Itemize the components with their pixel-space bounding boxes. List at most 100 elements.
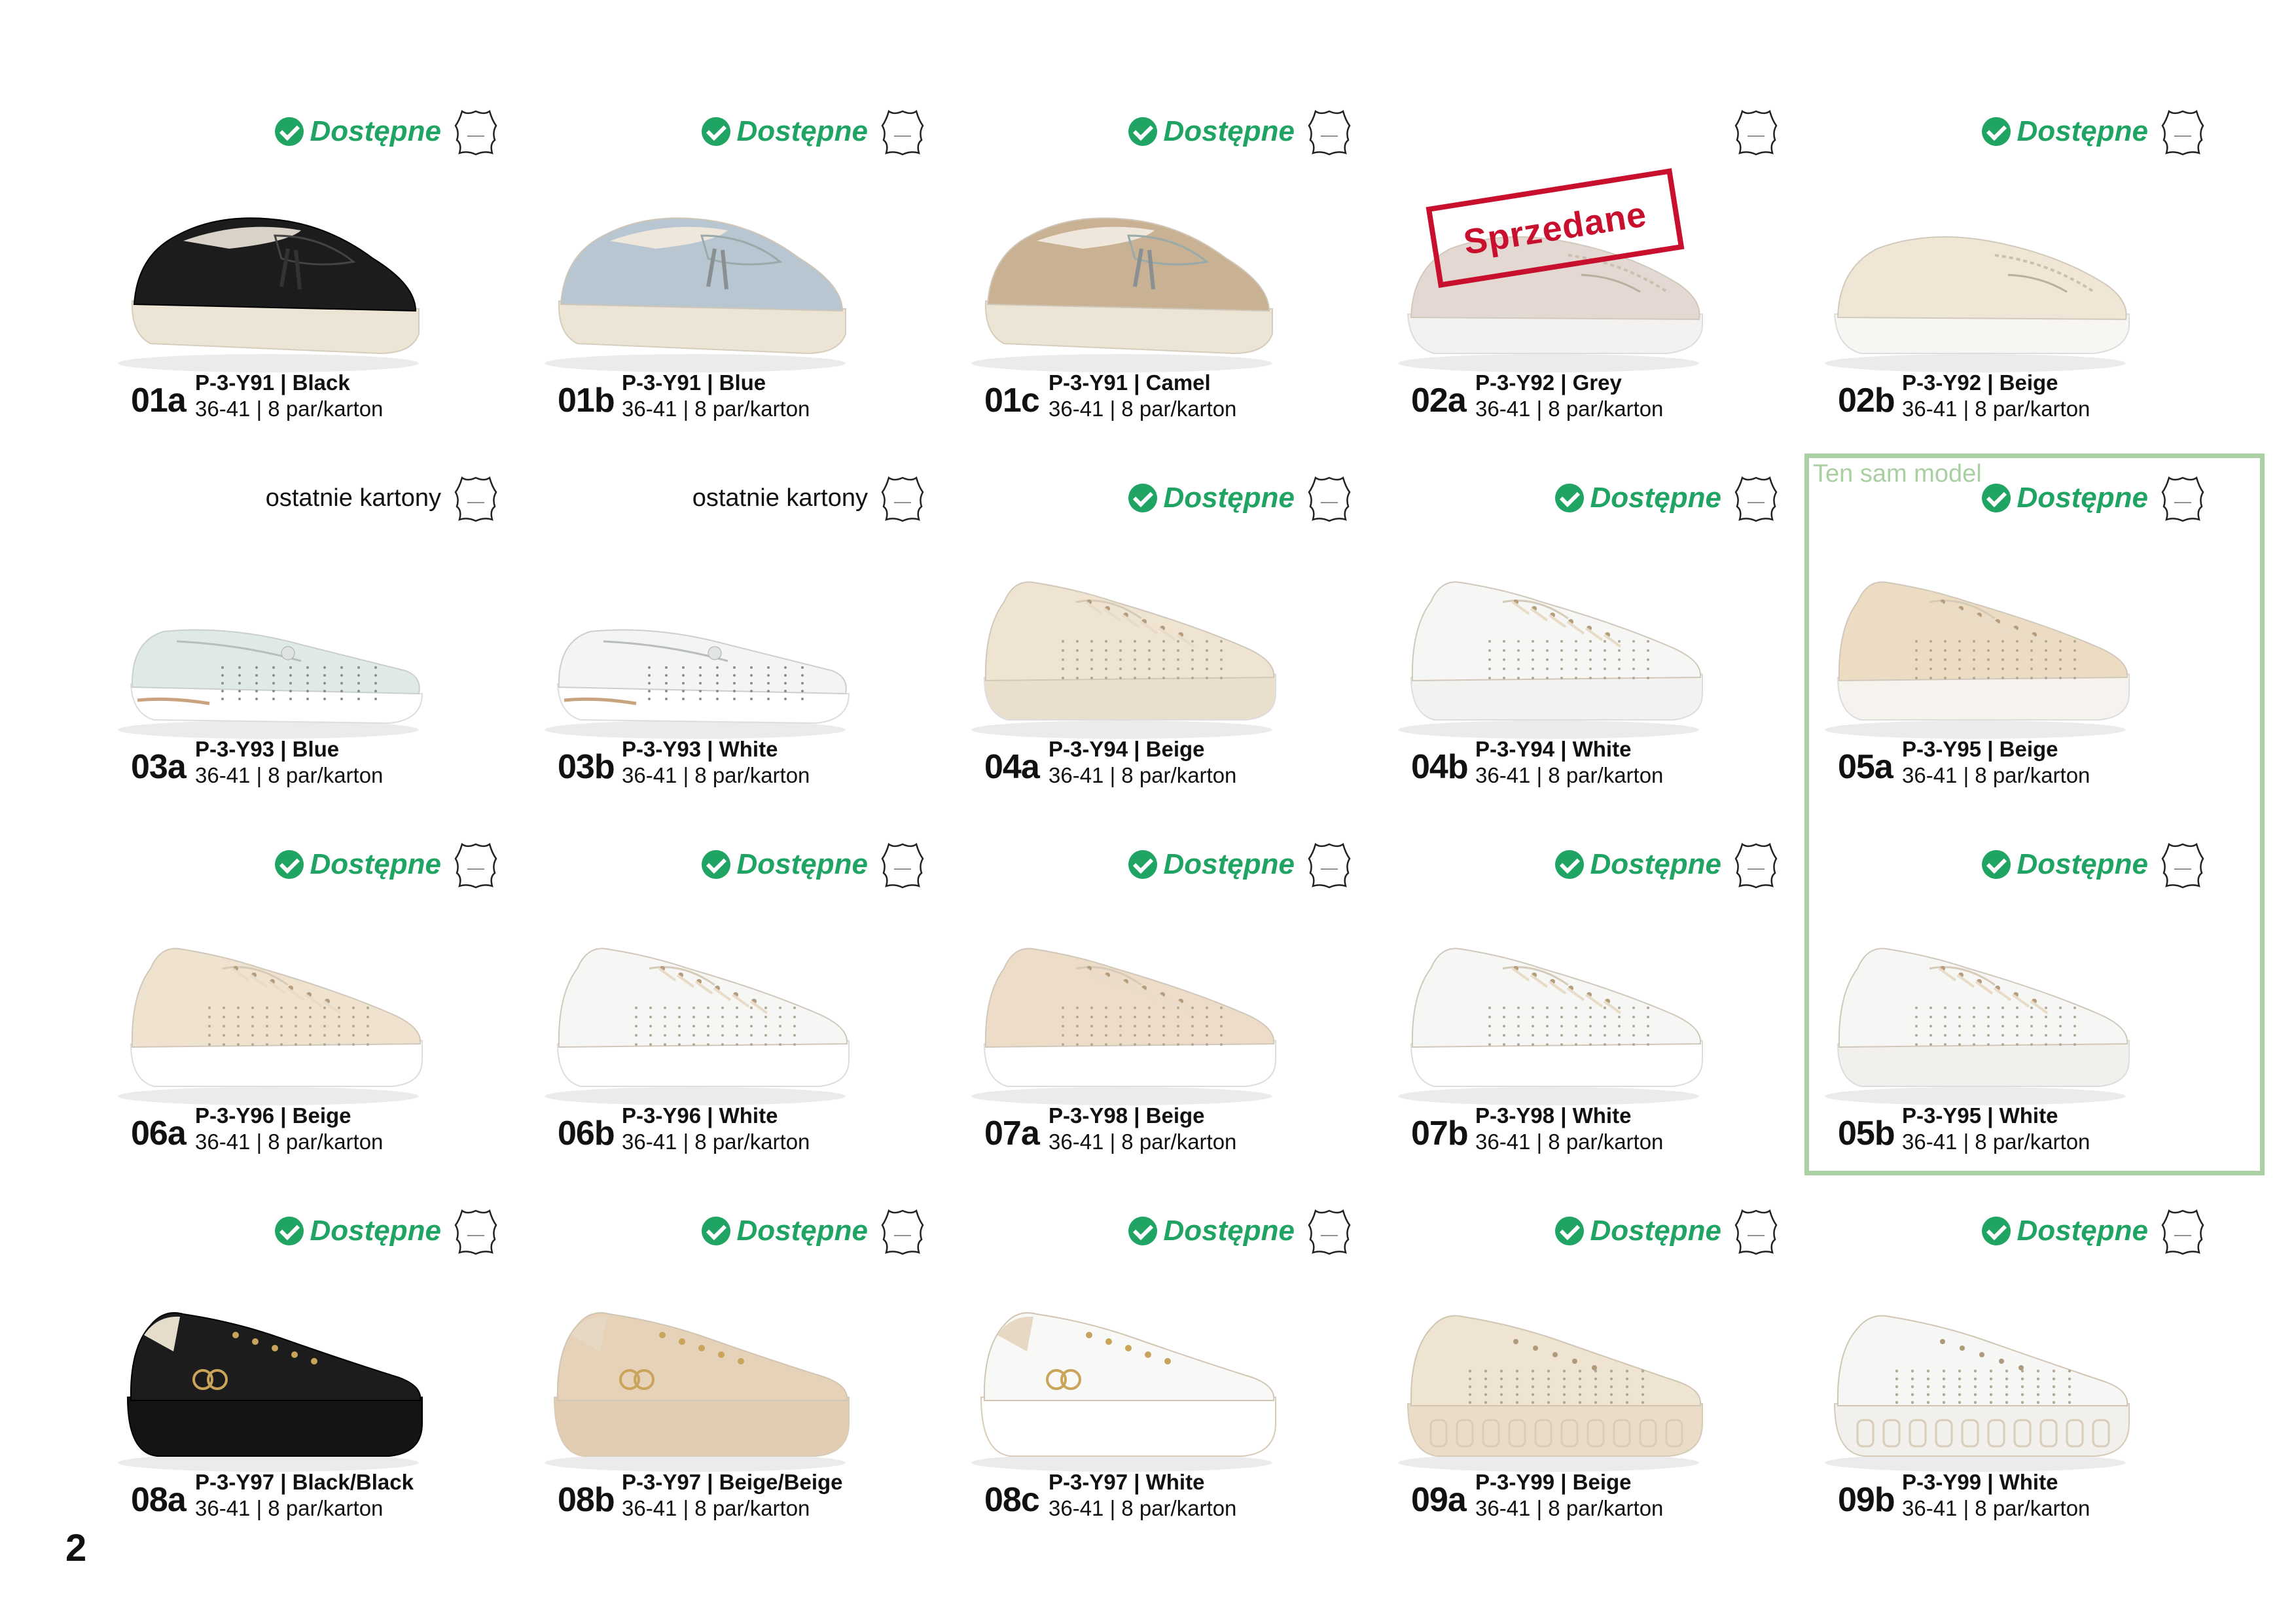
size-info: 36-41 | 8 par/karton (1902, 397, 2090, 421)
check-circle-icon (1981, 1217, 2011, 1245)
leather-icon (454, 842, 497, 889)
leather-icon (1308, 842, 1351, 889)
model-name: P-3-Y96 | Beige (195, 1103, 351, 1128)
model-name: P-3-Y97 | Beige/Beige (622, 1470, 843, 1494)
product-card: Dostępne 09b P-3-Y99 | White 36-41 | 8 par/… (1799, 1198, 2225, 1564)
check-circle-icon (1981, 117, 2011, 146)
shoe-image (971, 948, 1276, 1105)
size-info: 36-41 | 8 par/karton (195, 1130, 384, 1154)
product-code: 08a (131, 1481, 187, 1519)
model-name: P-3-Y91 | Black (195, 370, 350, 395)
status-label: Dostępne (1590, 848, 1721, 880)
size-info: 36-41 | 8 par/karton (195, 763, 384, 787)
model-name: P-3-Y94 | White (1475, 737, 1632, 761)
product-code: 04a (984, 748, 1040, 786)
model-name: P-3-Y99 | White (1902, 1470, 2058, 1494)
shoe-image (971, 217, 1273, 372)
size-info: 36-41 | 8 par/karton (1475, 1496, 1664, 1520)
size-info: 36-41 | 8 par/karton (195, 397, 384, 421)
size-info: 36-41 | 8 par/karton (1902, 1496, 2090, 1520)
status-label: ostatnie kartony (265, 484, 441, 512)
leather-icon (1734, 1209, 1778, 1255)
check-circle-icon (1128, 1217, 1157, 1245)
product-card: Sprzedane 02a P-3-Y92 | Grey 36-41 | 8 par/… (1372, 98, 1799, 465)
product-code: 06a (131, 1115, 187, 1152)
product-code: 03a (131, 748, 187, 786)
product-code: 09b (1838, 1481, 1895, 1519)
same-model-label: Ten sam model (1813, 460, 1982, 488)
leather-icon (454, 109, 497, 156)
shoe-image (118, 629, 423, 739)
product-card: Dostępne 07a P-3-Y98 | Beige 36-41 | 8 par/… (945, 831, 1372, 1198)
check-circle-icon (1128, 484, 1157, 512)
leather-icon (454, 1209, 497, 1255)
product-card: Dostępne 06b P-3-Y96 | White 36-41 | 8 par/… (518, 831, 945, 1198)
shoe-image (1398, 581, 1703, 739)
model-name: P-3-Y91 | Blue (622, 370, 766, 395)
check-circle-icon (274, 117, 304, 146)
availability-status: ostatnie kartony (692, 479, 868, 517)
product-code: 02b (1838, 382, 1895, 419)
availability-status: Dostępne (1981, 113, 2148, 151)
status-label: Dostępne (1590, 482, 1721, 514)
leather-icon (881, 842, 924, 889)
model-name: P-3-Y94 | Beige (1049, 737, 1205, 761)
leather-icon (2161, 1209, 2204, 1255)
size-info: 36-41 | 8 par/karton (1475, 1130, 1664, 1154)
status-label: Dostępne (310, 1215, 441, 1247)
product-code: 08c (984, 1481, 1040, 1519)
product-code: 07b (1411, 1115, 1469, 1152)
size-info: 36-41 | 8 par/karton (622, 397, 810, 421)
check-circle-icon (1554, 850, 1584, 879)
status-label: Dostępne (2017, 115, 2148, 147)
model-name: P-3-Y98 | White (1475, 1103, 1632, 1128)
availability-status: Dostępne (1981, 1212, 2148, 1250)
shoe-image (971, 581, 1276, 739)
availability-status: Dostępne (1128, 846, 1295, 883)
leather-icon (1734, 109, 1778, 156)
leather-icon (1734, 476, 1778, 522)
status-label: Dostępne (2017, 1215, 2148, 1247)
leather-icon (1308, 476, 1351, 522)
check-circle-icon (274, 1217, 304, 1245)
product-code: 01a (131, 382, 187, 419)
status-label: Dostępne (1163, 848, 1295, 880)
product-card: Dostępne 01c P-3-Y91 | Camel 36-41 | 8 par/… (945, 98, 1372, 465)
product-card: Dostępne 07b P-3-Y98 | White 36-41 | 8 par/… (1372, 831, 1799, 1198)
availability-status: Dostępne (274, 113, 441, 151)
shoe-image (118, 948, 423, 1105)
status-label: ostatnie kartony (692, 484, 868, 512)
product-card: Dostępne 08a P-3-Y97 | Black/Black 36-41 | … (92, 1198, 518, 1564)
product-card: ostatnie kartony 03a P-3-Y93 | Blue 36-41 |… (92, 465, 518, 831)
model-name: P-3-Y96 | White (622, 1103, 778, 1128)
size-info: 36-41 | 8 par/karton (1475, 397, 1664, 421)
status-label: Dostępne (736, 115, 868, 147)
check-circle-icon (701, 117, 730, 146)
availability-status: Dostępne (701, 1212, 868, 1250)
product-code: 01b (558, 382, 615, 419)
availability-status: Dostępne (274, 1212, 441, 1250)
product-code: 02a (1411, 382, 1467, 419)
product-code: 04b (1411, 748, 1469, 786)
status-label: Dostępne (736, 1215, 868, 1247)
shoe-image (1825, 1315, 2130, 1472)
product-card: Dostępne 01b P-3-Y91 | Blue 36-41 | 8 par/k… (518, 98, 945, 465)
product-code: 07a (984, 1115, 1040, 1152)
availability-status: Dostępne (1554, 1212, 1721, 1250)
availability-status: Dostępne (1128, 113, 1295, 151)
product-card: ostatnie kartony 03b P-3-Y93 | White 36-41 … (518, 465, 945, 831)
check-circle-icon (274, 850, 304, 879)
check-circle-icon (1554, 1217, 1584, 1245)
shoe-image (545, 629, 850, 739)
status-label: Dostępne (1163, 115, 1295, 147)
status-label: Dostępne (1163, 1215, 1295, 1247)
availability-status: Dostępne (1554, 846, 1721, 883)
size-info: 36-41 | 8 par/karton (1049, 1130, 1237, 1154)
availability-status: Dostępne (701, 846, 868, 883)
model-name: P-3-Y97 | Black/Black (195, 1470, 414, 1494)
leather-icon (881, 109, 924, 156)
product-code: 06b (558, 1115, 615, 1152)
availability-status: Dostępne (1128, 1212, 1295, 1250)
status-label: Dostępne (736, 848, 868, 880)
check-circle-icon (1128, 117, 1157, 146)
